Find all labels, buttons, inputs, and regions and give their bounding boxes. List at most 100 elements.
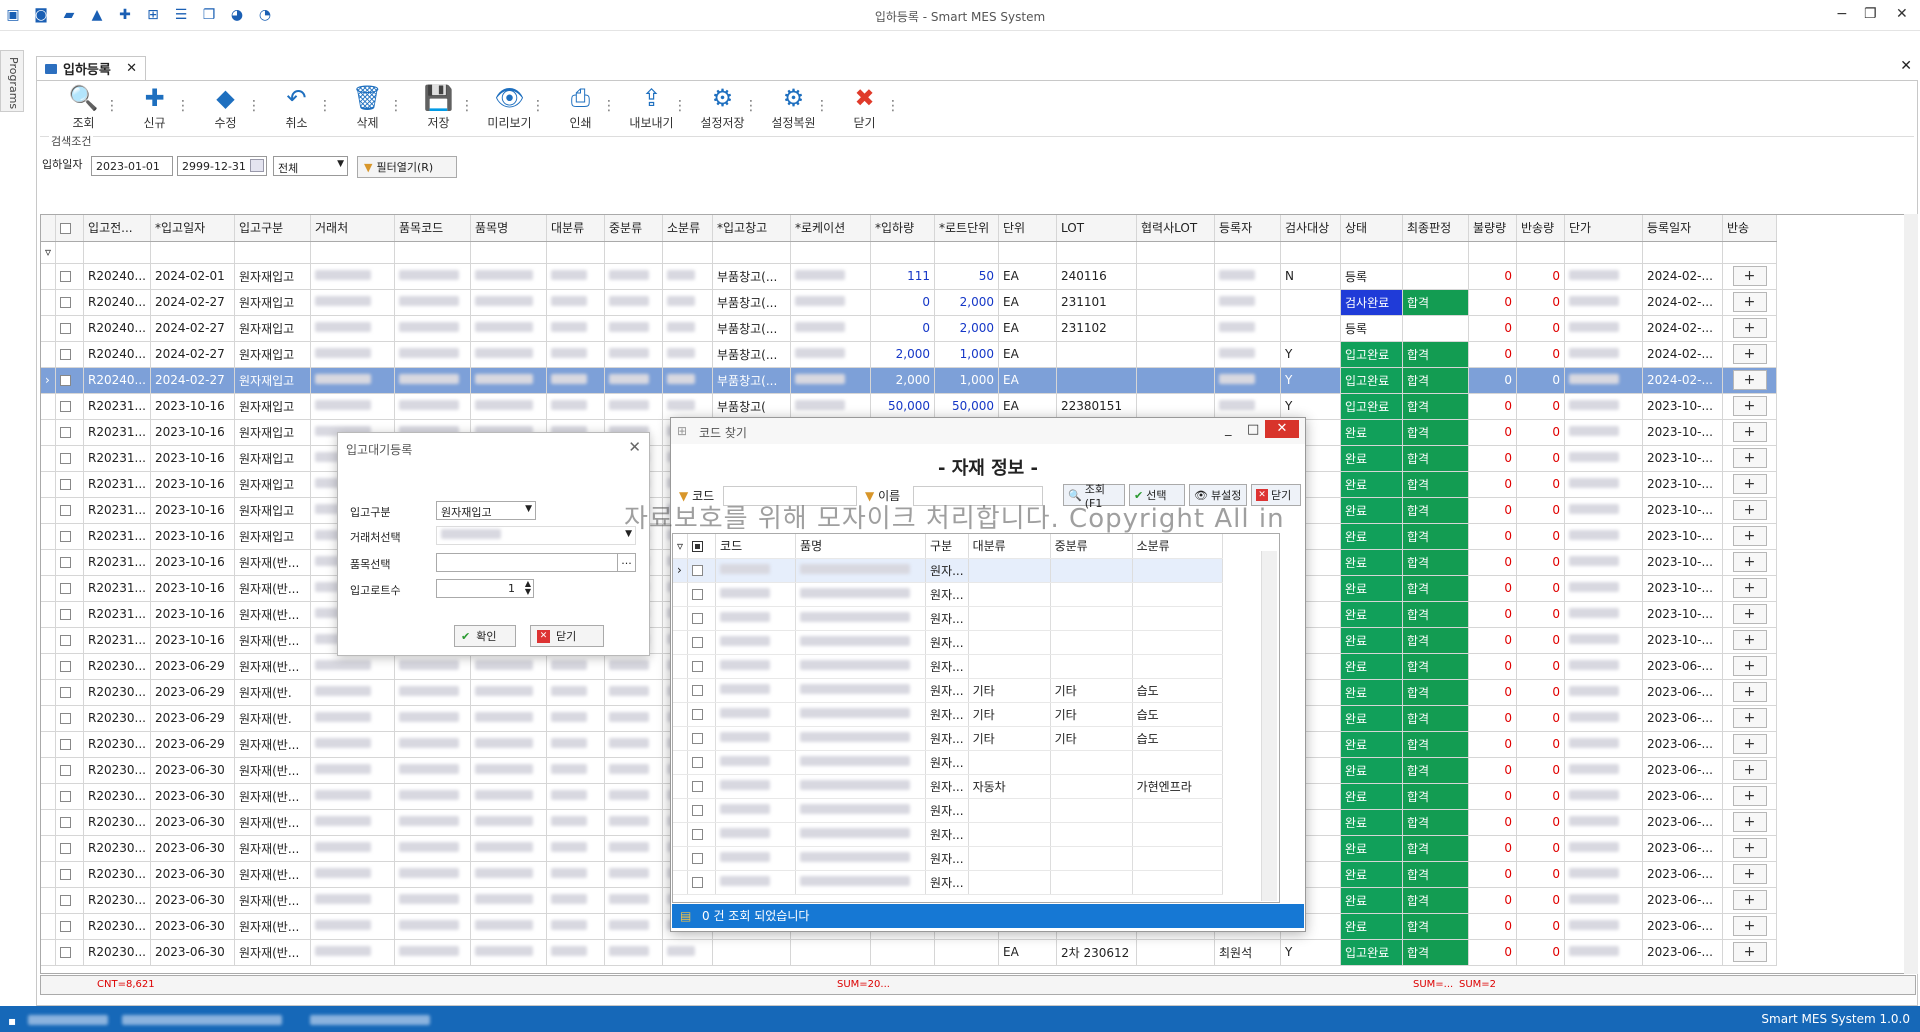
material-cell[interactable] xyxy=(795,750,927,775)
table-cell[interactable]: 2023-06-... xyxy=(1642,939,1723,966)
material-cell[interactable] xyxy=(968,750,1051,775)
return-cell[interactable]: + xyxy=(1722,835,1777,862)
filter-cell[interactable] xyxy=(310,241,395,264)
table-cell[interactable] xyxy=(55,679,85,706)
table-cell[interactable]: 2023-10-... xyxy=(1642,393,1723,420)
table-cell[interactable] xyxy=(55,731,85,758)
table-cell[interactable]: R20230... xyxy=(83,757,151,784)
table-cell[interactable] xyxy=(310,679,395,706)
item-select-input[interactable]: ... xyxy=(436,553,636,572)
material-cell[interactable] xyxy=(795,630,927,655)
table-cell[interactable]: 완료 xyxy=(1340,809,1403,836)
return-add-button[interactable]: + xyxy=(1732,942,1767,962)
date-to-input[interactable]: 2999-12-31 xyxy=(177,156,267,176)
filter-open-button[interactable]: ▼ 필터열기(R) xyxy=(357,156,457,178)
return-cell[interactable]: + xyxy=(1722,315,1777,342)
table-cell[interactable] xyxy=(662,315,713,342)
table-cell[interactable] xyxy=(1564,939,1643,966)
table-cell[interactable] xyxy=(470,757,547,784)
table-cell[interactable]: 0 xyxy=(1468,393,1517,420)
row-checkbox[interactable] xyxy=(60,869,72,880)
return-cell[interactable]: + xyxy=(1722,861,1777,888)
new-button[interactable]: ✚ 신규 ⋮ xyxy=(119,84,190,134)
material-cell[interactable] xyxy=(715,558,797,583)
table-cell[interactable] xyxy=(310,289,395,316)
table-cell[interactable]: 2023-06-... xyxy=(1642,887,1723,914)
filter-cell[interactable] xyxy=(712,241,791,264)
table-cell[interactable] xyxy=(394,341,471,368)
minimize-icon[interactable]: _ xyxy=(1225,422,1232,437)
table-cell[interactable]: 2023-10-16 xyxy=(150,523,235,550)
table-cell[interactable]: 0 xyxy=(1516,835,1565,862)
table-cell[interactable]: Y xyxy=(1280,367,1341,394)
table-cell[interactable]: 2023-10-16 xyxy=(150,445,235,472)
select-all-checkbox[interactable] xyxy=(692,540,704,552)
table-cell[interactable] xyxy=(934,939,999,966)
undo-button[interactable]: ↶ 취소 ⋮ xyxy=(261,84,332,134)
calendar-icon[interactable] xyxy=(250,159,264,172)
material-cell[interactable] xyxy=(968,558,1051,583)
select-all-checkbox[interactable] xyxy=(60,222,72,234)
table-cell[interactable]: 완료 xyxy=(1340,601,1403,628)
table-cell[interactable] xyxy=(41,653,57,680)
filter-cell[interactable] xyxy=(1468,241,1517,264)
tab-close-icon[interactable]: ✕ xyxy=(126,61,137,76)
table-cell[interactable] xyxy=(604,913,663,940)
material-cell[interactable]: 습도 xyxy=(1132,678,1223,703)
table-cell[interactable] xyxy=(546,939,605,966)
item-browse-button[interactable]: ... xyxy=(617,554,635,571)
table-cell[interactable]: 합격 xyxy=(1402,549,1469,576)
table-cell[interactable] xyxy=(55,341,85,368)
table-cell[interactable]: 2023-06-30 xyxy=(150,939,235,966)
table-cell[interactable] xyxy=(41,757,57,784)
return-cell[interactable]: + xyxy=(1722,757,1777,784)
return-add-button[interactable]: + xyxy=(1732,344,1767,364)
material-cell[interactable] xyxy=(968,582,1051,607)
close-all-icon[interactable]: ✕ xyxy=(1900,58,1912,74)
table-cell[interactable]: 원자재(반... xyxy=(234,549,311,576)
column-header[interactable]: 상태 xyxy=(1340,215,1403,242)
table-cell[interactable] xyxy=(41,679,57,706)
table-cell[interactable] xyxy=(546,913,605,940)
table-cell[interactable] xyxy=(546,679,605,706)
table-cell[interactable] xyxy=(310,913,395,940)
table-cell[interactable]: 합격 xyxy=(1402,289,1469,316)
table-cell[interactable]: 2023-06-29 xyxy=(150,705,235,732)
material-cell[interactable] xyxy=(1132,870,1223,895)
material-cell[interactable] xyxy=(968,606,1051,631)
material-cell[interactable] xyxy=(673,750,689,775)
column-header[interactable]: 단가 xyxy=(1564,215,1643,242)
material-cell[interactable] xyxy=(795,822,927,847)
table-cell[interactable]: 완료 xyxy=(1340,861,1403,888)
table-cell[interactable]: 2023-10-... xyxy=(1642,549,1723,576)
table-cell[interactable]: 0 xyxy=(1516,575,1565,602)
row-checkbox[interactable] xyxy=(692,589,704,600)
row-checkbox[interactable] xyxy=(60,401,72,412)
table-cell[interactable] xyxy=(310,835,395,862)
table-cell[interactable]: 0 xyxy=(1516,861,1565,888)
table-cell[interactable] xyxy=(1564,601,1643,628)
return-cell[interactable]: + xyxy=(1722,289,1777,316)
table-cell[interactable] xyxy=(55,835,85,862)
material-cell[interactable] xyxy=(1050,822,1133,847)
table-cell[interactable]: R20231... xyxy=(83,549,151,576)
row-checkbox[interactable] xyxy=(60,661,72,672)
material-row[interactable]: 원자... xyxy=(673,582,1223,607)
table-cell[interactable]: 2024-02-27 xyxy=(150,367,235,394)
return-add-button[interactable]: + xyxy=(1732,422,1767,442)
material-cell[interactable] xyxy=(968,798,1051,823)
table-cell[interactable]: 2023-06-30 xyxy=(150,809,235,836)
table-cell[interactable]: 2023-06-... xyxy=(1642,835,1723,862)
table-cell[interactable]: 0 xyxy=(1468,523,1517,550)
table-cell[interactable] xyxy=(470,393,547,420)
table-cell[interactable]: 0 xyxy=(1468,601,1517,628)
row-checkbox[interactable] xyxy=(60,947,72,958)
row-checkbox[interactable] xyxy=(692,661,704,672)
table-cell[interactable]: 1,000 xyxy=(934,367,999,394)
table-cell[interactable]: 완료 xyxy=(1340,705,1403,732)
table-cell[interactable]: 50,000 xyxy=(934,393,999,420)
column-header[interactable] xyxy=(41,215,57,242)
table-cell[interactable] xyxy=(394,679,471,706)
table-cell[interactable] xyxy=(394,835,471,862)
material-cell[interactable]: 기타 xyxy=(968,726,1051,751)
